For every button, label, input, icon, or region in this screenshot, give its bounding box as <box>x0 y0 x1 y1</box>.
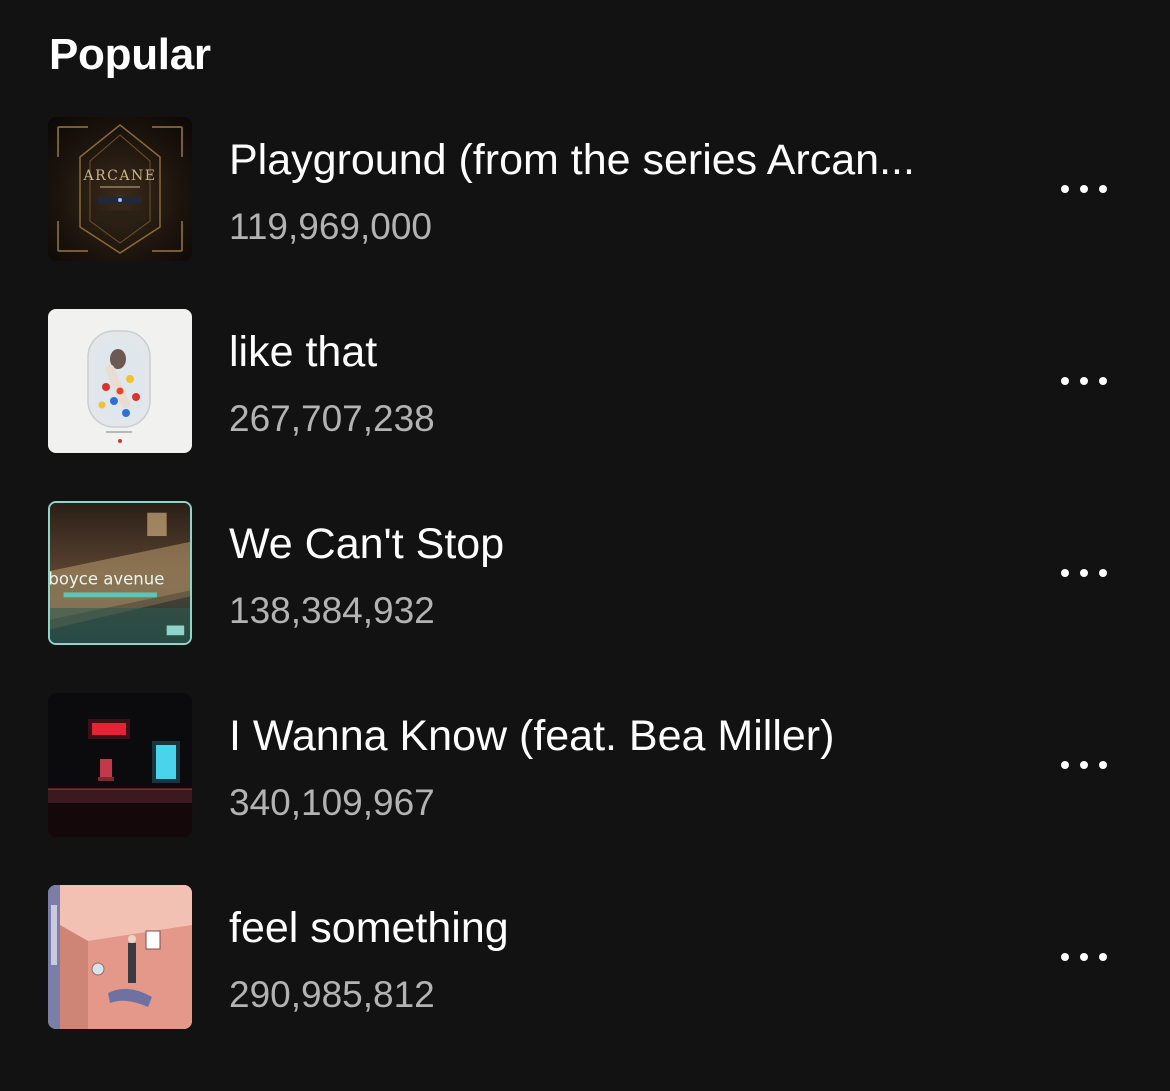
track-play-count: 340,109,967 <box>229 782 435 823</box>
more-options-icon <box>1061 569 1107 577</box>
neon-stage-album-art <box>48 693 192 837</box>
track-play-count: 138,384,932 <box>229 590 435 631</box>
more-options-icon <box>1061 953 1107 961</box>
track-row[interactable]: boyce avenue We Can't Stop 138,384,932 <box>0 500 1170 692</box>
arcane-cover-text: ARCANE <box>83 168 157 184</box>
pink-room-album-art <box>48 885 192 1029</box>
album-cover-arcane: ARCANE <box>48 117 192 261</box>
more-options-button[interactable] <box>1046 548 1122 598</box>
track-title: like that <box>229 328 378 376</box>
album-cover-feel-something <box>48 885 192 1029</box>
track-title: feel something <box>229 904 509 952</box>
boyce-avenue-cover-text: boyce avenue <box>50 570 164 589</box>
track-row[interactable]: feel something 290,985,812 <box>0 884 1170 1076</box>
more-options-button[interactable] <box>1046 932 1122 982</box>
track-row[interactable]: I Wanna Know (feat. Bea Miller) 340,109,… <box>0 692 1170 884</box>
more-options-button[interactable] <box>1046 740 1122 790</box>
album-cover-we-cant-stop: boyce avenue <box>48 501 192 645</box>
more-options-icon <box>1061 377 1107 385</box>
track-play-count: 290,985,812 <box>229 974 435 1015</box>
boyce-avenue-album-art: boyce avenue <box>50 503 190 643</box>
album-cover-like-that <box>48 309 192 453</box>
popular-track-list: ARCANE Playground (from the series Arcan… <box>0 116 1170 1076</box>
more-options-icon <box>1061 761 1107 769</box>
bathtub-album-art <box>48 309 192 453</box>
album-cover-i-wanna-know <box>48 693 192 837</box>
more-options-button[interactable] <box>1046 356 1122 406</box>
track-title: I Wanna Know (feat. Bea Miller) <box>229 712 835 760</box>
track-row[interactable]: like that 267,707,238 <box>0 308 1170 500</box>
track-play-count: 119,969,000 <box>229 206 433 247</box>
arcane-album-art: ARCANE <box>48 117 192 261</box>
track-title: Playground (from the series Arcan... <box>229 136 915 184</box>
track-play-count: 267,707,238 <box>229 398 435 439</box>
more-options-icon <box>1061 185 1107 193</box>
track-title: We Can't Stop <box>229 520 505 568</box>
track-row[interactable]: ARCANE Playground (from the series Arcan… <box>0 116 1170 308</box>
section-title: Popular <box>49 30 211 79</box>
more-options-button[interactable] <box>1046 164 1122 214</box>
